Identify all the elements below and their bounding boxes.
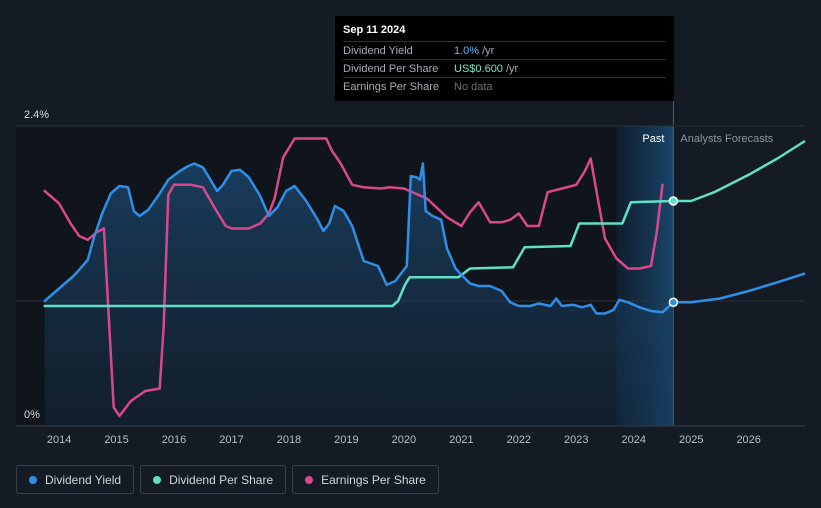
x-tick-label: 2025: [679, 434, 703, 446]
legend-label: Earnings Per Share: [321, 472, 426, 487]
forecast-label: Analysts Forecasts: [680, 133, 773, 145]
tooltip-value: No data: [454, 80, 493, 93]
dividend-yield-marker: [668, 297, 679, 307]
legend-label: Dividend Yield: [45, 472, 122, 487]
x-tick-label: 2017: [219, 434, 243, 446]
x-tick-label: 2018: [277, 434, 301, 446]
x-tick-label: 2014: [47, 434, 71, 446]
x-tick-label: 2016: [162, 434, 186, 446]
tooltip: Sep 11 2024 Dividend Yield 1.0% /yr Divi…: [335, 16, 674, 101]
x-tick-label: 2026: [736, 434, 760, 446]
tooltip-row-earnings-per-share: Earnings Per Share No data: [343, 77, 666, 95]
legend-dot-icon: [29, 475, 37, 484]
tooltip-unit: /yr: [505, 62, 519, 75]
legend-dividend-per-share[interactable]: Dividend Per Share: [140, 465, 287, 494]
y-tick-label: 0%: [24, 409, 40, 421]
tooltip-date: Sep 11 2024: [343, 24, 406, 36]
legend-earnings-per-share[interactable]: Earnings Per Share: [292, 465, 439, 494]
tooltip-unit: /yr: [482, 44, 495, 57]
legend-dot-icon: [153, 475, 162, 484]
tooltip-value: 1.0%: [454, 44, 480, 57]
tooltip-label: Dividend Yield: [343, 44, 413, 57]
y-tick-label: 2.4%: [24, 109, 49, 121]
tooltip-row-dividend-per-share: Dividend Per Share US$0.600 /yr: [343, 59, 666, 77]
legend-label: Dividend Per Share: [169, 472, 274, 487]
x-tick-label: 2022: [507, 434, 531, 446]
legend-dividend-yield[interactable]: Dividend Yield: [16, 465, 135, 494]
x-tick-label: 2020: [392, 434, 416, 446]
past-label: Past: [642, 133, 664, 145]
tooltip-label: Earnings Per Share: [343, 80, 439, 93]
legend: Dividend Yield Dividend Per Share Earnin…: [16, 465, 439, 494]
tooltip-label: Dividend Per Share: [343, 62, 439, 75]
tooltip-row-dividend-yield: Dividend Yield 1.0% /yr: [343, 41, 666, 59]
tooltip-value: US$0.600: [454, 62, 503, 75]
dividend-yield-forecast-line: [673, 272, 806, 304]
x-tick-label: 2024: [622, 434, 646, 446]
x-tick-label: 2015: [104, 434, 128, 446]
x-tick-label: 2021: [449, 434, 473, 446]
dividend-per-share-marker: [668, 196, 679, 206]
x-tick-label: 2023: [564, 434, 588, 446]
legend-dot-icon: [305, 475, 314, 484]
dividend-per-share-forecast-line: [673, 139, 806, 203]
x-tick-label: 2019: [334, 434, 358, 446]
